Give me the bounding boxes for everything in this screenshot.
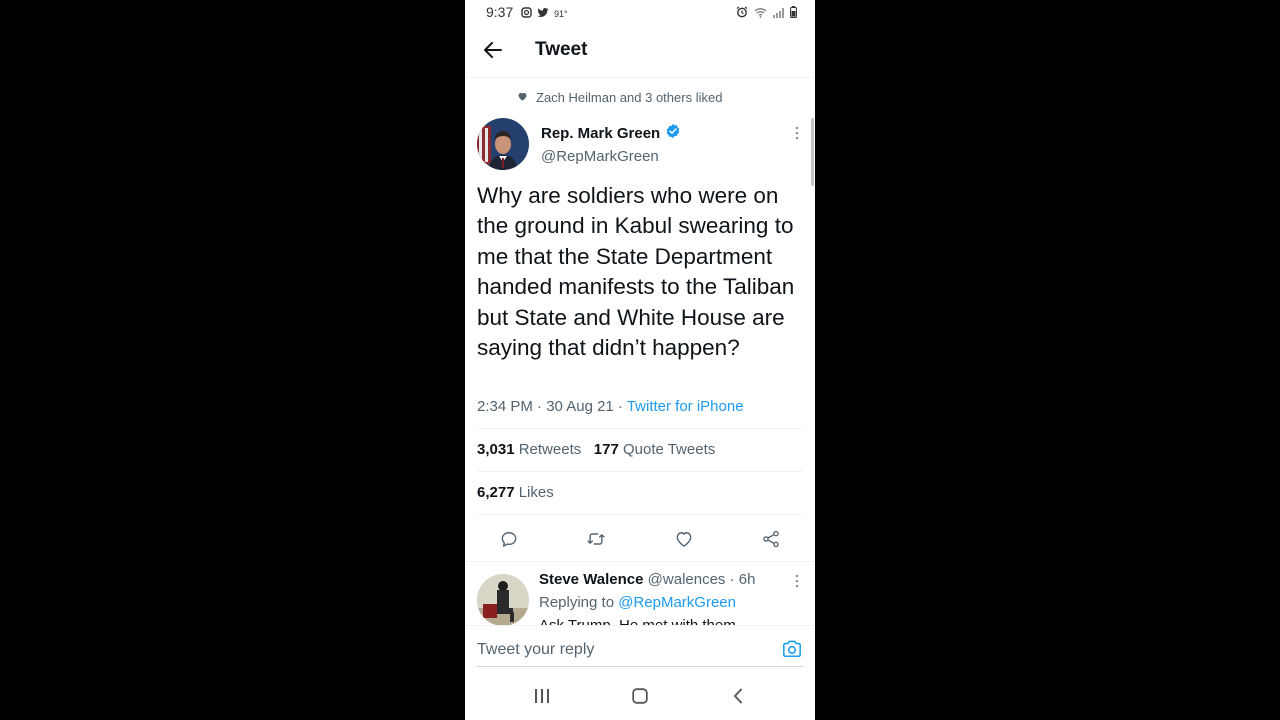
divider <box>465 561 815 562</box>
social-context-text: Zach Heilman and 3 others liked <box>536 90 723 105</box>
divider <box>477 471 803 472</box>
verified-badge-icon <box>665 123 681 143</box>
home-icon <box>632 688 648 704</box>
likes-label: Likes <box>518 484 554 501</box>
reply-input[interactable]: Tweet your reply <box>477 641 594 659</box>
instagram-icon <box>521 5 532 23</box>
likes-stat[interactable]: 6,277 Likes <box>477 484 554 501</box>
back-button[interactable] <box>481 38 505 62</box>
like-button[interactable] <box>670 525 698 553</box>
more-vertical-icon <box>795 126 799 140</box>
camera-button[interactable] <box>781 639 803 664</box>
likes-count: 6,277 <box>477 484 515 501</box>
author-avatar[interactable] <box>477 118 529 170</box>
scrollbar[interactable] <box>811 118 814 186</box>
reply-button[interactable] <box>495 525 523 553</box>
status-time: 9:37 <box>486 4 514 20</box>
tweet-timestamp: 2:34 PM · 30 Aug 21 · <box>477 398 627 415</box>
social-context[interactable]: Zach Heilman and 3 others liked <box>517 90 722 105</box>
reply-header: Steve Walence @walences · 6h <box>539 571 755 588</box>
share-button[interactable] <box>757 525 785 553</box>
more-vertical-icon <box>795 574 799 588</box>
reply-handle-time: @walences · 6h <box>647 571 756 588</box>
author-handle[interactable]: @RepMarkGreen <box>541 148 659 165</box>
signal-icon <box>773 5 784 23</box>
author-name-text: Rep. Mark Green <box>541 124 661 142</box>
twitter-bird-icon <box>537 5 549 23</box>
retweets-stat[interactable]: 3,031 Retweets <box>477 441 581 458</box>
alarm-icon <box>736 5 748 23</box>
replying-to-mention[interactable]: @RepMarkGreen <box>618 594 736 611</box>
share-icon <box>763 530 779 548</box>
replying-to-prefix: Replying to <box>539 594 615 611</box>
retweet-icon <box>587 533 605 545</box>
tweet-metadata: 2:34 PM · 30 Aug 21 · Twitter for iPhone <box>477 398 744 415</box>
likes-stats-row: 6,277 Likes <box>477 484 554 501</box>
heart-filled-icon <box>517 90 528 105</box>
reply-avatar[interactable] <box>477 574 529 626</box>
battery-icon <box>790 5 797 23</box>
reply-author-name[interactable]: Steve Walence <box>539 571 644 588</box>
reply-text: Ask Trump. He met with them <box>539 616 736 625</box>
retweets-count: 3,031 <box>477 441 515 458</box>
quote-tweets-label: Quote Tweets <box>622 441 716 458</box>
home-button[interactable] <box>628 684 652 708</box>
divider <box>477 428 803 429</box>
divider <box>477 514 803 515</box>
status-bar: 9:37 91° <box>465 0 815 24</box>
like-icon <box>676 532 692 547</box>
recent-apps-icon <box>535 689 549 703</box>
retweet-stats-row: 3,031 Retweets 177 Quote Tweets <box>477 441 715 458</box>
chevron-left-icon <box>734 688 742 704</box>
reply-compose-bar: Tweet your reply <box>465 625 815 670</box>
tweet-action-bar <box>465 525 815 553</box>
reply-icon <box>501 532 517 547</box>
camera-icon <box>783 640 801 658</box>
reply-more-button[interactable] <box>795 574 799 593</box>
top-app-bar: Tweet <box>465 24 815 78</box>
wifi-icon <box>754 5 767 23</box>
system-back-button[interactable] <box>726 684 750 708</box>
quote-tweets-stat[interactable]: 177 Quote Tweets <box>594 441 715 458</box>
back-arrow-icon <box>484 42 502 58</box>
retweets-label: Retweets <box>518 441 582 458</box>
tweet-more-button[interactable] <box>795 126 799 145</box>
status-temperature: 91° <box>554 9 568 19</box>
page-title: Tweet <box>535 39 588 60</box>
tweet-source-link[interactable]: Twitter for iPhone <box>627 398 744 415</box>
system-navigation-bar <box>465 672 815 720</box>
compose-underline <box>477 666 803 667</box>
quote-tweets-count: 177 <box>593 441 619 458</box>
recent-apps-button[interactable] <box>530 684 554 708</box>
tweet-text: Why are soldiers who were on the ground … <box>477 183 795 361</box>
phone-screen: 9:37 91° Tweet Zach Heilman and 3 others… <box>465 0 815 720</box>
retweet-button[interactable] <box>582 525 610 553</box>
author-name[interactable]: Rep. Mark Green <box>541 123 681 143</box>
replying-to: Replying to @RepMarkGreen <box>539 594 736 611</box>
